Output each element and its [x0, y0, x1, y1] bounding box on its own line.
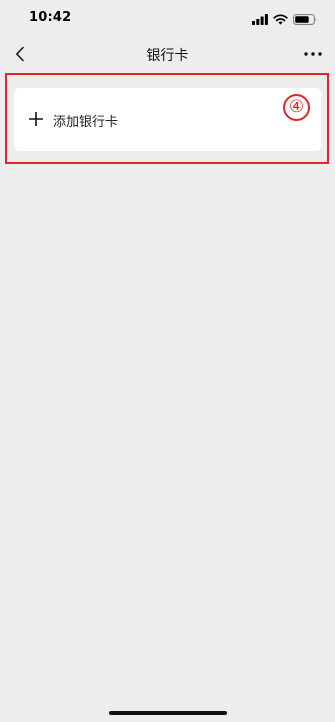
status-bar: 10:42 — [0, 0, 335, 36]
page-title: 银行卡 — [146, 48, 189, 64]
wifi-icon — [273, 13, 288, 25]
more-dots-icon — [304, 52, 322, 56]
home-indicator — [109, 711, 227, 715]
more-options-button[interactable] — [301, 42, 325, 66]
battery-icon — [293, 13, 317, 25]
step-number-badge: ④ — [283, 94, 310, 121]
status-icons — [252, 13, 317, 25]
signal-icon — [252, 13, 268, 25]
add-bank-card-button[interactable]: 添加银行卡 — [14, 88, 321, 151]
nav-bar: 银行卡 — [0, 36, 335, 72]
plus-icon — [29, 112, 43, 126]
add-bank-card-label: 添加银行卡 — [53, 115, 119, 130]
status-time: 10:42 — [29, 10, 72, 25]
bank-card-screen: 10:42 银行卡 添加银行卡 ④ — [0, 0, 335, 722]
